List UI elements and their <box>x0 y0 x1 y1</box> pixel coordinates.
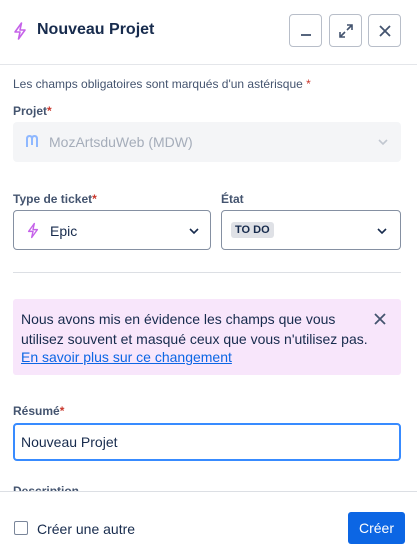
etat-label: État <box>221 192 244 206</box>
projet-value: MozArtsduWeb (MDW) <box>49 134 193 150</box>
projet-label-text: Projet <box>13 104 48 118</box>
dialog-header: Nouveau Projet <box>0 0 417 64</box>
expand-icon <box>338 23 353 38</box>
status-lozenge: TO DO <box>231 222 274 238</box>
required-note-text: Les champs obligatoires sont marqués d'u… <box>13 77 303 91</box>
required-star: * <box>59 404 65 418</box>
info-banner: Nous avons mis en évidence les champs qu… <box>13 299 401 375</box>
create-another-checkbox[interactable] <box>14 521 28 535</box>
ticket-type-select[interactable]: Epic <box>13 210 211 250</box>
ticket-type-label: Type de ticket* <box>13 192 97 206</box>
etat-select[interactable]: TO DO <box>221 210 401 250</box>
chevron-down-icon <box>377 228 387 235</box>
required-star: * <box>47 104 52 118</box>
minimize-icon <box>300 33 311 36</box>
description-label: Description <box>13 484 80 491</box>
dialog-footer: Créer une autre Créer <box>0 491 417 556</box>
lightning-bolt-icon <box>14 22 26 40</box>
learn-more-link[interactable]: En savoir plus sur ce changement <box>21 349 232 365</box>
section-divider <box>13 272 401 273</box>
ticket-type-label-text: Type de ticket <box>13 192 93 206</box>
projet-select: MozArtsduWeb (MDW) <box>13 122 401 162</box>
chevron-down-icon <box>189 228 199 235</box>
epic-icon <box>27 222 39 239</box>
create-button[interactable]: Créer <box>348 512 405 544</box>
resume-label: Résumé* <box>13 404 64 418</box>
resume-input[interactable]: Nouveau Projet <box>13 423 401 461</box>
dialog-title: Nouveau Projet <box>37 21 155 38</box>
expand-button[interactable] <box>329 14 362 47</box>
required-star: * <box>92 192 97 206</box>
project-logo-icon <box>26 135 38 147</box>
close-icon[interactable] <box>372 311 388 327</box>
banner-message: Nous avons mis en évidence les champs qu… <box>21 311 368 347</box>
close-button[interactable] <box>368 14 401 47</box>
required-fields-note: Les champs obligatoires sont marqués d'u… <box>13 77 311 91</box>
chevron-down-icon <box>378 139 388 146</box>
required-star: * <box>306 77 311 91</box>
ticket-type-value: Epic <box>50 223 78 239</box>
etat-label-text: État <box>221 192 244 206</box>
header-divider <box>0 64 417 65</box>
minimize-button[interactable] <box>289 14 322 47</box>
resume-label-text: Résumé <box>13 404 60 418</box>
close-icon <box>378 24 391 37</box>
create-another-label[interactable]: Créer une autre <box>37 521 135 537</box>
projet-label: Projet* <box>13 104 52 118</box>
